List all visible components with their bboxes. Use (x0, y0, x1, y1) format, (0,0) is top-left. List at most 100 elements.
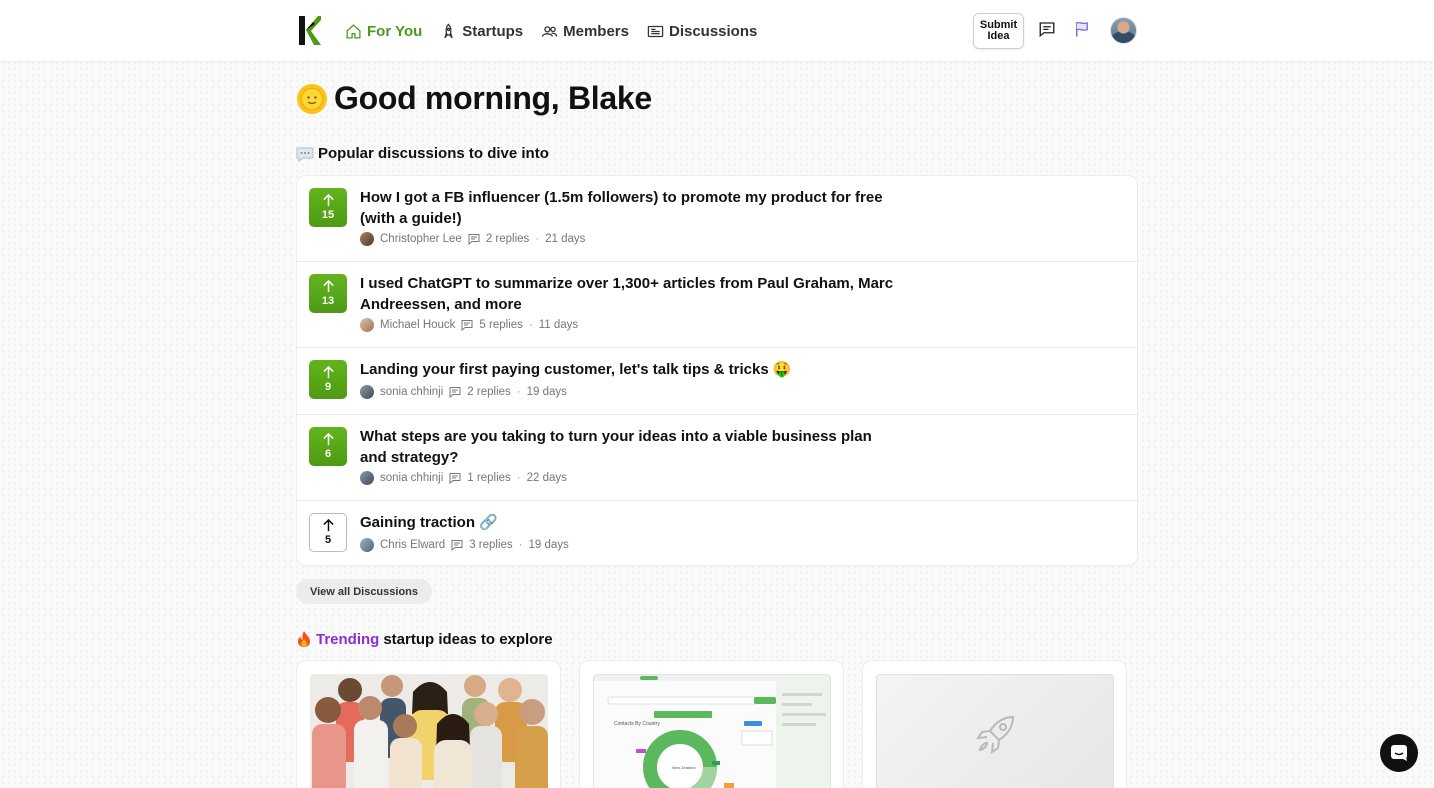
nav-startups-label: Startups (462, 22, 524, 40)
vote-count: 13 (321, 295, 335, 307)
comment-icon (449, 387, 461, 398)
upvote-button[interactable]: 13 (309, 274, 347, 313)
rocket-icon (444, 23, 453, 38)
discussion-row[interactable]: 6 What steps are you taking to turn your… (297, 415, 1137, 501)
discussions-list: 15 How I got a FB influencer (1.5m follo… (296, 175, 1138, 566)
users-icon (541, 25, 558, 37)
comment-icon (449, 473, 461, 484)
discussion-meta: Michael Houck 5 replies · 11 days (360, 318, 578, 332)
placeholder-image (876, 674, 1114, 788)
nav-discussions[interactable]: Discussions (647, 23, 757, 40)
post-age: 22 days (526, 472, 567, 484)
discussion-title[interactable]: Gaining traction 🔗 (360, 513, 900, 534)
trending-highlight: Trending (316, 630, 380, 648)
reply-count: 2 replies (485, 233, 530, 245)
top-navigation-bar: For You Startups Members Discussions Sub… (0, 0, 1434, 62)
author-avatar (360, 318, 374, 332)
discussion-row[interactable]: 5 Gaining traction 🔗 Chris Elward 3 repl… (297, 501, 1137, 565)
chat-launcher-button[interactable] (1380, 734, 1418, 772)
nav-members[interactable]: Members (541, 23, 629, 40)
nav-for-you-label: For You (367, 22, 423, 40)
idea-card[interactable] (296, 660, 561, 788)
newspaper-icon (647, 25, 664, 37)
post-age: 21 days (545, 233, 586, 245)
separator-dot: · (528, 319, 533, 331)
popular-discussions-heading: Popular discussions to dive into (296, 145, 549, 162)
discussion-row[interactable]: 9 Landing your first paying customer, le… (297, 348, 1137, 415)
post-age: 19 days (526, 386, 567, 398)
dashboard-preview: Contacts By Country New Zealand (593, 674, 831, 788)
speech-bubble-icon (296, 147, 314, 162)
vote-count: 6 (324, 448, 332, 460)
trending-heading-label: startup ideas to explore (383, 630, 553, 648)
comment-icon (451, 540, 463, 551)
flag-icon[interactable] (1073, 20, 1091, 38)
author-name[interactable]: Christopher Lee (380, 233, 462, 245)
idea-card[interactable] (862, 660, 1127, 788)
author-avatar (360, 538, 374, 552)
vote-count: 15 (321, 209, 335, 221)
author-name[interactable]: sonia chhinji (380, 472, 443, 484)
separator-dot: · (516, 386, 521, 398)
post-age: 19 days (528, 539, 569, 551)
upvote-button[interactable]: 5 (309, 513, 347, 552)
chart-preview-center-label: New Zealand (672, 765, 696, 770)
upvote-button[interactable]: 6 (309, 427, 347, 466)
discussion-title[interactable]: How I got a FB influencer (1.5m follower… (360, 188, 900, 229)
discussion-row[interactable]: 15 How I got a FB influencer (1.5m follo… (297, 176, 1137, 262)
idea-card[interactable]: Contacts By Country New Zealand (579, 660, 844, 788)
fire-icon (298, 631, 310, 647)
logo-icon[interactable] (299, 16, 321, 45)
reply-count: 5 replies (479, 319, 523, 331)
message-icon[interactable] (1038, 20, 1056, 38)
team-photo (310, 674, 548, 788)
post-age: 11 days (538, 319, 579, 331)
comment-icon (461, 320, 473, 331)
discussion-title[interactable]: I used ChatGPT to summarize over 1,300+ … (360, 274, 900, 315)
chat-icon (1391, 745, 1407, 761)
nav-startups[interactable]: Startups (440, 23, 523, 40)
nav-for-you[interactable]: For You (345, 23, 422, 40)
author-avatar (360, 385, 374, 399)
rocket-icon (975, 715, 1015, 755)
reply-count: 2 replies (467, 386, 511, 398)
discussion-meta: sonia chhinji 2 replies · 19 days (360, 385, 567, 399)
discussion-title[interactable]: What steps are you taking to turn your i… (360, 427, 900, 468)
user-avatar[interactable] (1110, 17, 1137, 44)
discussion-meta: sonia chhinji 1 replies · 22 days (360, 471, 567, 485)
view-all-discussions-button[interactable]: View all Discussions (296, 579, 432, 604)
upvote-button[interactable]: 15 (309, 188, 347, 227)
discussion-meta: Chris Elward 3 replies · 19 days (360, 538, 569, 552)
author-name[interactable]: Michael Houck (380, 319, 455, 331)
arrow-up-icon (322, 366, 334, 379)
separator-dot: · (516, 472, 521, 484)
arrow-up-icon (322, 519, 334, 532)
greeting-title: Good morning, Blake (334, 80, 652, 116)
popular-discussions-label: Popular discussions to dive into (318, 145, 549, 162)
submit-idea-button[interactable]: Submit Idea (973, 13, 1024, 49)
trending-heading: Trending startup ideas to explore (296, 630, 553, 648)
author-avatar (360, 232, 374, 246)
vote-count: 9 (324, 381, 332, 393)
comment-icon (468, 234, 480, 245)
author-avatar (360, 471, 374, 485)
sun-face-icon (297, 83, 327, 114)
reply-count: 3 replies (469, 539, 513, 551)
upvote-button[interactable]: 9 (309, 360, 347, 399)
separator-dot: · (535, 233, 540, 245)
separator-dot: · (518, 539, 523, 551)
nav-discussions-label: Discussions (668, 22, 758, 40)
arrow-up-icon (322, 194, 334, 207)
reply-count: 1 replies (467, 472, 511, 484)
home-icon (346, 23, 361, 39)
chart-preview-title: Contacts By Country (614, 721, 660, 727)
arrow-up-icon (322, 280, 334, 293)
discussion-meta: Christopher Lee 2 replies · 21 days (360, 232, 585, 246)
vote-count: 5 (324, 534, 332, 546)
main-nav: For You Startups Members Discussions (345, 0, 757, 62)
discussion-title[interactable]: Landing your first paying customer, let'… (360, 360, 900, 381)
discussion-row[interactable]: 13 I used ChatGPT to summarize over 1,30… (297, 262, 1137, 348)
arrow-up-icon (322, 433, 334, 446)
author-name[interactable]: sonia chhinji (380, 386, 443, 398)
author-name[interactable]: Chris Elward (380, 539, 445, 551)
